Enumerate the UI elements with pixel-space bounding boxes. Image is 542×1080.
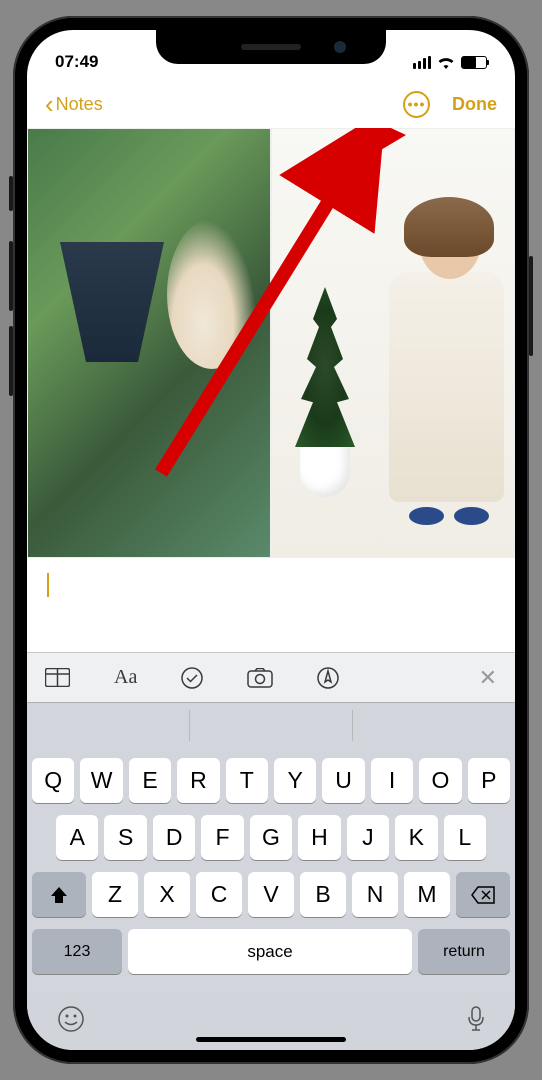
key-c[interactable]: C: [196, 872, 242, 917]
photo-tree: [290, 297, 360, 497]
key-k[interactable]: K: [395, 815, 437, 860]
key-b[interactable]: B: [300, 872, 346, 917]
predictive-text-bar: [27, 702, 515, 748]
scanned-photos-attachment[interactable]: [27, 128, 515, 558]
shift-icon: [49, 886, 69, 904]
back-label: Notes: [56, 94, 103, 115]
text-cursor: [47, 573, 49, 597]
table-icon[interactable]: [45, 668, 70, 687]
key-h[interactable]: H: [298, 815, 340, 860]
key-n[interactable]: N: [352, 872, 398, 917]
key-g[interactable]: G: [250, 815, 292, 860]
more-options-button[interactable]: •••: [403, 91, 430, 118]
key-o[interactable]: O: [419, 758, 461, 803]
cellular-signal-icon: [413, 56, 431, 69]
key-y[interactable]: Y: [274, 758, 316, 803]
emoji-key[interactable]: [57, 1005, 85, 1038]
scanned-photo-2[interactable]: [271, 128, 515, 558]
volume-up-button: [9, 241, 13, 311]
dictation-key[interactable]: [467, 1005, 485, 1038]
done-button[interactable]: Done: [452, 94, 497, 115]
software-keyboard: Q W E R T Y U I O P A S D F G H: [27, 748, 515, 992]
status-time: 07:49: [55, 52, 98, 72]
predictive-slot-2[interactable]: [190, 710, 353, 742]
key-e[interactable]: E: [129, 758, 171, 803]
key-i[interactable]: I: [371, 758, 413, 803]
chevron-left-icon: ‹: [45, 89, 54, 120]
key-q[interactable]: Q: [32, 758, 74, 803]
return-key[interactable]: return: [418, 929, 510, 974]
markup-icon[interactable]: [317, 667, 339, 689]
home-indicator[interactable]: [196, 1037, 346, 1042]
battery-icon: [461, 56, 487, 69]
screen: 07:49 ‹ Notes ••• Done: [27, 30, 515, 1050]
numbers-key[interactable]: 123: [32, 929, 122, 974]
key-u[interactable]: U: [322, 758, 364, 803]
key-j[interactable]: J: [347, 815, 389, 860]
backspace-key[interactable]: [456, 872, 510, 917]
front-camera: [334, 41, 346, 53]
ellipsis-icon: •••: [408, 96, 426, 112]
key-row-2: A S D F G H J K L: [32, 815, 510, 860]
key-r[interactable]: R: [177, 758, 219, 803]
key-row-4: 123 space return: [32, 929, 510, 974]
predictive-slot-1[interactable]: [27, 710, 190, 742]
notch: [156, 30, 386, 64]
key-f[interactable]: F: [201, 815, 243, 860]
key-s[interactable]: S: [104, 815, 146, 860]
text-format-icon[interactable]: Aa: [114, 666, 137, 689]
key-row-1: Q W E R T Y U I O P: [32, 758, 510, 803]
keyboard-area: Aa ✕ Q W: [27, 652, 515, 1050]
space-key[interactable]: space: [128, 929, 412, 974]
key-v[interactable]: V: [248, 872, 294, 917]
key-p[interactable]: P: [468, 758, 510, 803]
key-a[interactable]: A: [56, 815, 98, 860]
power-button: [529, 256, 533, 356]
checklist-icon[interactable]: [181, 667, 203, 689]
note-content-area[interactable]: [27, 128, 515, 652]
key-z[interactable]: Z: [92, 872, 138, 917]
key-m[interactable]: M: [404, 872, 450, 917]
speaker: [241, 44, 301, 50]
scanned-photo-1[interactable]: [27, 128, 271, 558]
mute-switch: [9, 176, 13, 211]
key-t[interactable]: T: [226, 758, 268, 803]
keyboard-toolbar: Aa ✕: [27, 652, 515, 702]
shift-key[interactable]: [32, 872, 86, 917]
back-button[interactable]: ‹ Notes: [45, 89, 103, 120]
camera-icon[interactable]: [247, 668, 273, 688]
key-w[interactable]: W: [80, 758, 122, 803]
key-row-3: Z X C V B N M: [32, 872, 510, 917]
wifi-icon: [437, 56, 455, 69]
microphone-icon: [467, 1005, 485, 1033]
backspace-icon: [471, 886, 495, 904]
phone-device-frame: 07:49 ‹ Notes ••• Done: [13, 16, 529, 1064]
key-l[interactable]: L: [444, 815, 486, 860]
predictive-slot-3[interactable]: [353, 710, 515, 742]
volume-down-button: [9, 326, 13, 396]
navigation-bar: ‹ Notes ••• Done: [27, 80, 515, 128]
key-d[interactable]: D: [153, 815, 195, 860]
close-toolbar-icon[interactable]: ✕: [479, 665, 497, 691]
photo-child: [379, 197, 509, 537]
key-x[interactable]: X: [144, 872, 190, 917]
emoji-icon: [57, 1005, 85, 1033]
